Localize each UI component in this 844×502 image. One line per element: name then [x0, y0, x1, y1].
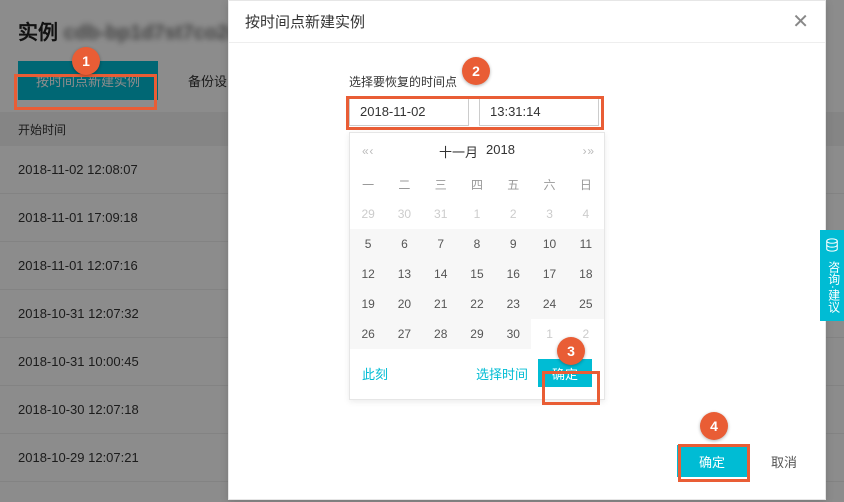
datepicker-day[interactable]: 6 — [386, 229, 422, 259]
datepicker-day[interactable]: 24 — [531, 289, 567, 319]
callout-3: 3 — [557, 337, 585, 365]
date-input[interactable] — [349, 96, 469, 126]
datepicker-day[interactable]: 1 — [459, 199, 495, 229]
datepicker-day[interactable]: 10 — [531, 229, 567, 259]
prev-icon[interactable]: « ‹ — [362, 144, 371, 158]
database-icon — [825, 238, 839, 252]
callout-2: 2 — [462, 57, 490, 85]
datepicker-day[interactable]: 11 — [568, 229, 604, 259]
time-input[interactable] — [479, 96, 599, 126]
datepicker-day[interactable]: 20 — [386, 289, 422, 319]
datepicker-day[interactable]: 30 — [386, 199, 422, 229]
datepicker-day[interactable]: 7 — [423, 229, 459, 259]
datepicker-day[interactable]: 17 — [531, 259, 567, 289]
feedback-tab-label: 咨询·建议 — [825, 261, 841, 313]
callout-1: 1 — [72, 47, 100, 75]
modal-create-instance: 按时间点新建实例 ✕ 选择要恢复的时间点 « ‹ 十一月 2018 › » 一二… — [228, 0, 826, 500]
datepicker-day[interactable]: 29 — [459, 319, 495, 349]
modal-footer: 确定 取消 — [229, 445, 825, 499]
next-icon[interactable]: › » — [583, 144, 592, 158]
datepicker-day[interactable]: 3 — [531, 199, 567, 229]
confirm-button[interactable]: 确定 — [677, 445, 747, 477]
datepicker-day[interactable]: 19 — [350, 289, 386, 319]
datepicker-header: « ‹ 十一月 2018 › » — [350, 133, 604, 169]
now-link[interactable]: 此刻 — [362, 364, 388, 383]
close-icon[interactable]: ✕ — [792, 12, 809, 32]
cancel-button[interactable]: 取消 — [771, 452, 797, 471]
modal-body: 选择要恢复的时间点 « ‹ 十一月 2018 › » 一二三四五六日 29303… — [229, 43, 825, 445]
datepicker-day[interactable]: 18 — [568, 259, 604, 289]
modal-header: 按时间点新建实例 ✕ — [229, 1, 825, 43]
datepicker-day[interactable]: 13 — [386, 259, 422, 289]
datepicker-month-year[interactable]: 十一月 2018 — [439, 142, 515, 161]
datepicker-day[interactable]: 9 — [495, 229, 531, 259]
weekday-label: 三 — [423, 169, 459, 199]
datepicker-day[interactable]: 27 — [386, 319, 422, 349]
weekday-label: 五 — [495, 169, 531, 199]
weekday-label: 一 — [350, 169, 386, 199]
modal-title: 按时间点新建实例 — [245, 11, 365, 32]
datepicker-day[interactable]: 4 — [568, 199, 604, 229]
datepicker-day[interactable]: 16 — [495, 259, 531, 289]
datepicker-day[interactable]: 25 — [568, 289, 604, 319]
weekday-label: 二 — [386, 169, 422, 199]
feedback-tab[interactable]: 咨询·建议 — [820, 230, 844, 321]
datepicker-day[interactable]: 29 — [350, 199, 386, 229]
datepicker-day[interactable]: 12 — [350, 259, 386, 289]
datepicker-day[interactable]: 8 — [459, 229, 495, 259]
weekday-label: 日 — [568, 169, 604, 199]
weekday-label: 六 — [531, 169, 567, 199]
datepicker-day[interactable]: 15 — [459, 259, 495, 289]
datepicker-day[interactable]: 14 — [423, 259, 459, 289]
datepicker-day[interactable]: 21 — [423, 289, 459, 319]
datetime-inputs — [349, 96, 705, 126]
callout-4: 4 — [700, 412, 728, 440]
datepicker-day[interactable]: 23 — [495, 289, 531, 319]
datepicker-grid: 一二三四五六日 29303112345678910111213141516171… — [350, 169, 604, 349]
datepicker-day[interactable]: 28 — [423, 319, 459, 349]
datepicker-day[interactable]: 26 — [350, 319, 386, 349]
datepicker-day[interactable]: 2 — [495, 199, 531, 229]
datepicker-day[interactable]: 31 — [423, 199, 459, 229]
restore-time-label: 选择要恢复的时间点 — [349, 73, 705, 90]
datepicker-day[interactable]: 22 — [459, 289, 495, 319]
weekday-label: 四 — [459, 169, 495, 199]
select-time-link[interactable]: 选择时间 — [476, 364, 528, 383]
datepicker-day[interactable]: 5 — [350, 229, 386, 259]
datepicker-day[interactable]: 30 — [495, 319, 531, 349]
